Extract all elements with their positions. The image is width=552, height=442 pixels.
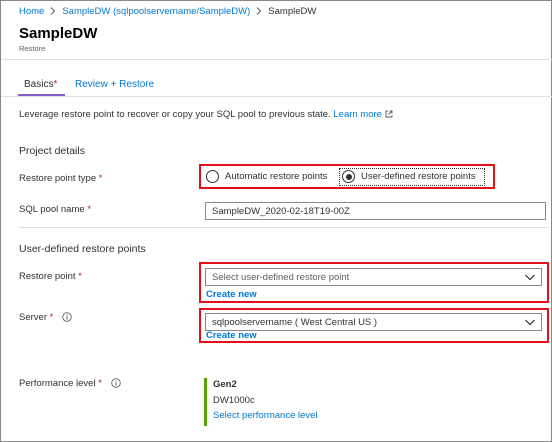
tab-basics-label: Basics [24,79,54,90]
breadcrumb-current: SampleDW [268,6,317,17]
sql-pool-name-input[interactable]: SampleDW_2020-02-18T19-00Z [205,202,546,220]
radio-user-defined-restore-points[interactable]: User-defined restore points [342,170,476,183]
sql-pool-name-label: SQL pool name * [19,204,91,215]
restore-point-create-new-link[interactable]: Create new [206,289,257,300]
server-text: Server [19,312,47,323]
tabs-divider [1,96,552,97]
radio-button-selected[interactable] [342,170,355,183]
radio-label: Automatic restore points [225,171,328,182]
tab-review-restore[interactable]: Review + Restore [75,79,154,90]
required-marker: * [53,79,58,90]
section-divider [19,227,549,228]
performance-level-label: Performance level * [19,378,121,391]
performance-level-text: Performance level [19,378,96,389]
radio-label: User-defined restore points [361,171,476,182]
restore-point-type-text: Restore point type [19,173,97,184]
chevron-down-icon [525,318,535,329]
chevron-right-icon [256,6,262,17]
header-divider [1,59,552,60]
project-details-heading: Project details [19,145,85,157]
required-marker: * [98,173,103,184]
required-marker: * [78,271,82,282]
breadcrumb-pool[interactable]: SampleDW (sqlpoolservername/SampleDW) [62,6,250,17]
user-defined-restore-points-heading: User-defined restore points [19,243,146,255]
info-icon[interactable] [62,312,72,325]
radio-button[interactable] [206,170,219,183]
breadcrumb-home[interactable]: Home [19,6,44,17]
performance-level-value: DW1000c [213,395,255,406]
select-performance-level-link[interactable]: Select performance level [213,410,318,421]
server-dropdown[interactable]: sqlpoolservername ( West Central US ) [205,313,542,331]
restore-point-type-label: Restore point type * [19,173,102,184]
info-icon[interactable] [110,378,121,391]
breadcrumb: Home SampleDW (sqlpoolservername/SampleD… [19,6,316,17]
chevron-down-icon [525,273,535,284]
intro-text: Leverage restore point to recover or cop… [19,109,393,121]
radio-automatic-restore-points[interactable]: Automatic restore points [206,170,327,183]
required-marker: * [87,204,92,215]
learn-more-link[interactable]: Learn more [333,109,382,120]
restore-point-dropdown[interactable]: Select user-defined restore point [205,268,542,286]
performance-tier: Gen2 [213,379,237,390]
sql-pool-name-text: SQL pool name [19,204,85,215]
server-create-new-link[interactable]: Create new [206,330,257,341]
page-subtitle: Restore [19,44,46,53]
restore-point-placeholder: Select user-defined restore point [212,272,350,283]
tab-basics[interactable]: Basics* [24,79,57,90]
external-link-icon [385,110,393,121]
chevron-right-icon [50,6,56,17]
intro-description: Leverage restore point to recover or cop… [19,109,331,120]
restore-point-label: Restore point * [19,271,82,282]
restore-blade: Home SampleDW (sqlpoolservername/SampleD… [0,0,552,442]
page-title: SampleDW [19,25,98,42]
required-marker: * [49,312,54,323]
performance-indicator-bar [204,378,207,426]
required-marker: * [98,378,102,389]
server-label: Server * [19,312,72,325]
server-value: sqlpoolservername ( West Central US ) [212,317,378,328]
restore-point-text: Restore point [19,271,76,282]
